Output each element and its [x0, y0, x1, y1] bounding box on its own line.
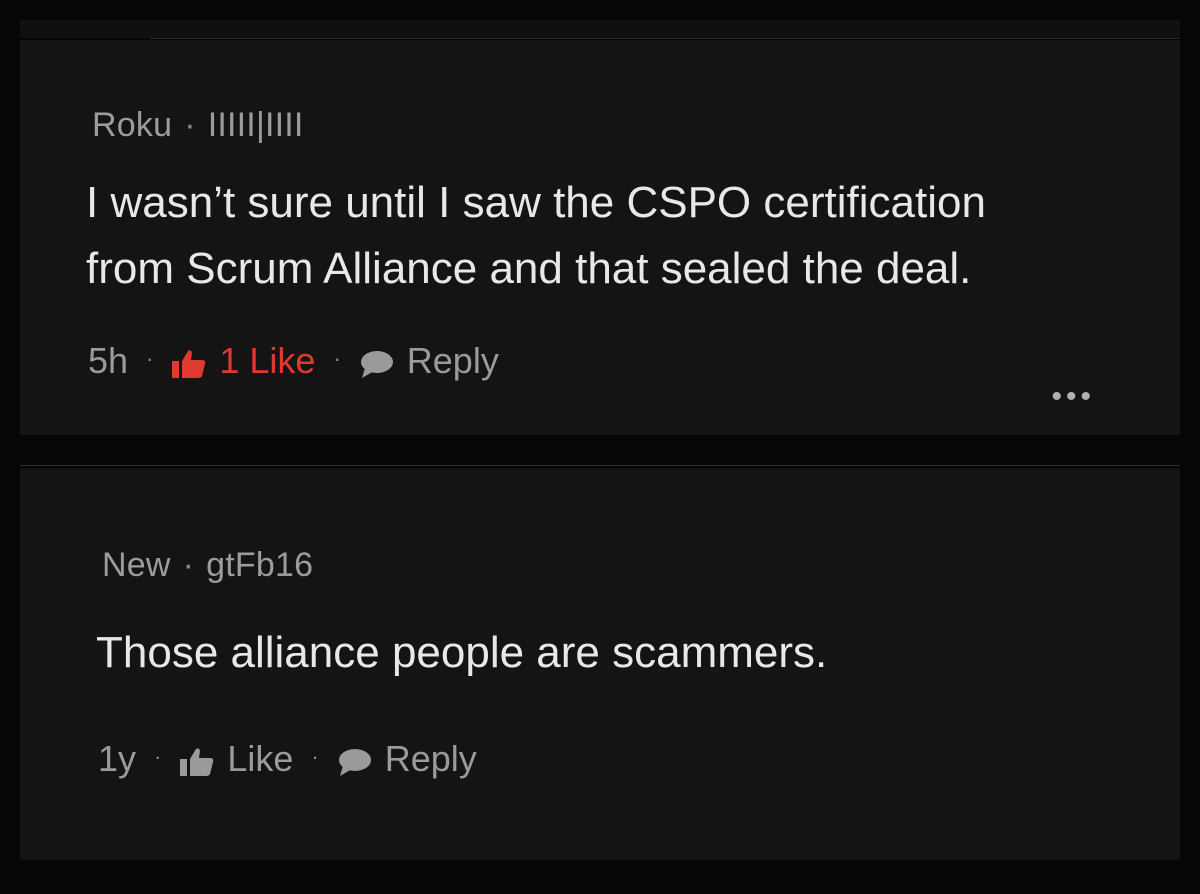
top-strip: [20, 20, 1180, 38]
comment-text-line: I wasn’t sure until I saw the CSPO certi…: [86, 178, 986, 227]
comment-divider: [20, 465, 1180, 466]
comment-author[interactable]: Roku: [92, 106, 172, 144]
comment-age: 5h: [88, 340, 129, 381]
comment-text-line: from Scrum Alliance and that sealed the …: [86, 244, 972, 293]
comment-text: I wasn’t sure until I saw the CSPO certi…: [86, 170, 986, 302]
action-separator: ·: [146, 346, 154, 371]
speech-bubble-icon[interactable]: [359, 347, 395, 379]
comment-actions: 5h · 1 Like · Reply: [88, 340, 499, 382]
comment-handle[interactable]: IIIII|IIII: [208, 106, 304, 144]
speech-bubble-icon[interactable]: [337, 745, 373, 777]
comment-author[interactable]: New: [102, 546, 171, 584]
thumbs-up-icon[interactable]: [171, 347, 207, 379]
comment-meta: New · gtFb16: [102, 546, 313, 585]
comment-card: New · gtFb16 Those alliance people are sca…: [20, 468, 1180, 860]
reply-button[interactable]: Reply: [407, 340, 499, 382]
comment-card: Roku · IIIII|IIII I wasn’t sure until I sa…: [20, 40, 1180, 435]
meta-separator: ·: [184, 106, 196, 144]
like-button[interactable]: Like: [227, 738, 293, 780]
screenshot-frame: Roku · IIIII|IIII I wasn’t sure until I sa…: [0, 0, 1200, 894]
like-button[interactable]: 1 Like: [219, 340, 315, 382]
action-separator: ·: [333, 346, 341, 371]
comment-text: Those alliance people are scammers.: [96, 620, 827, 686]
more-options-icon[interactable]: •••: [1051, 380, 1095, 414]
comment-actions: 1y · Like · Reply: [98, 738, 477, 780]
comment-meta: Roku · IIIII|IIII: [92, 106, 304, 145]
reply-button[interactable]: Reply: [385, 738, 477, 780]
action-separator: ·: [311, 744, 319, 769]
comment-text-line: Those alliance people are scammers.: [96, 628, 828, 677]
comment-handle[interactable]: gtFb16: [206, 546, 313, 584]
action-separator: ·: [154, 744, 162, 769]
comment-age: 1y: [98, 738, 137, 779]
top-divider: [150, 38, 1180, 39]
thumbs-up-icon[interactable]: [179, 745, 215, 777]
meta-separator: ·: [182, 546, 195, 584]
